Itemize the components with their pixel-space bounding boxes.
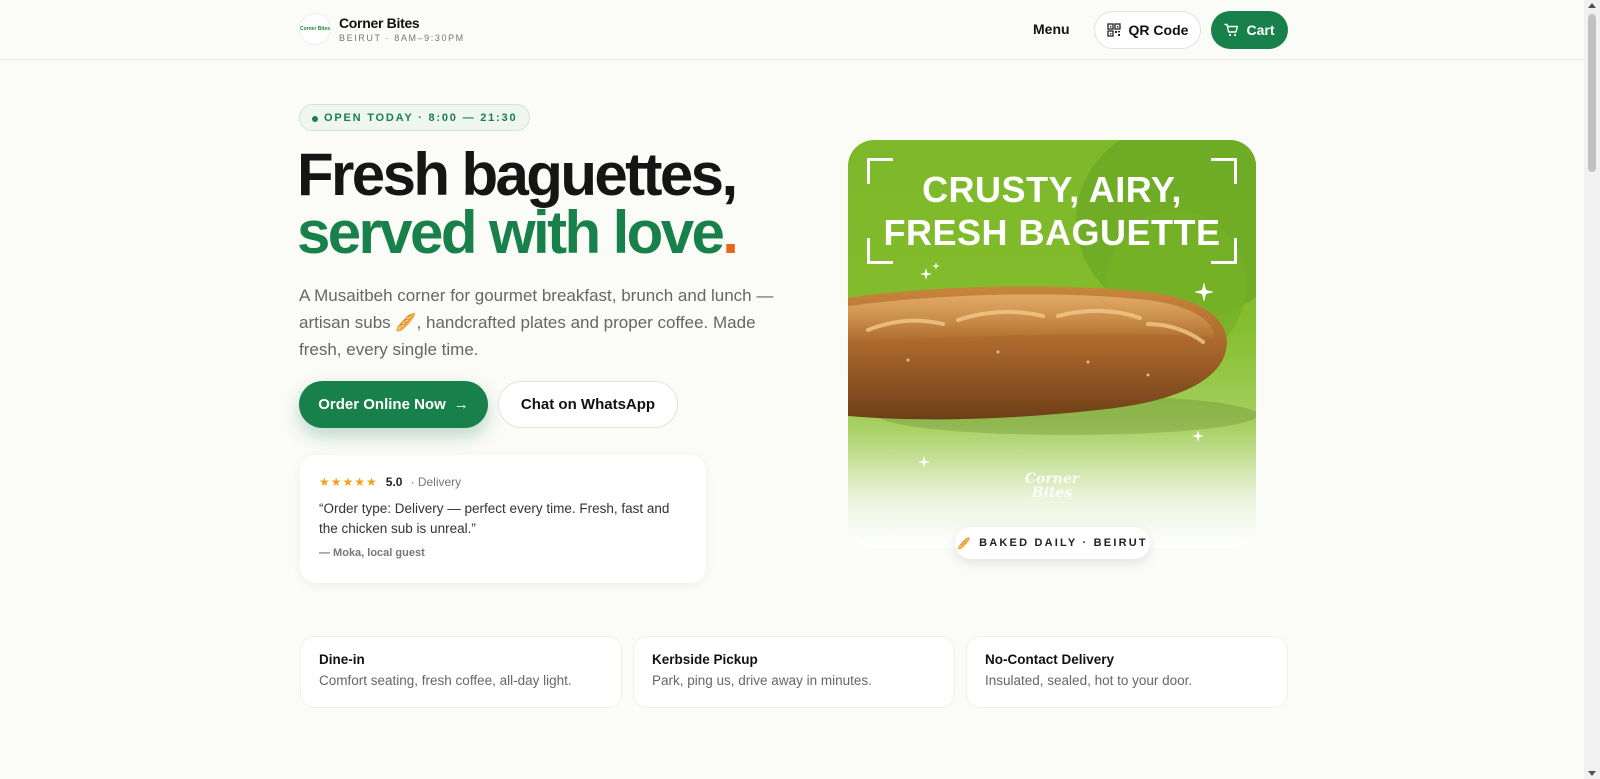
order-online-button[interactable]: Order Online Now → [299,381,488,428]
qr-code-icon [1106,23,1121,37]
service-card-kerbside-pickup: Kerbside Pickup Park, ping us, drive awa… [633,636,955,708]
promo-headline-line1: CRUSTY, AIRY, [922,169,1182,210]
review-header: ★★★★★ 5.0 · Delivery [319,475,687,489]
baked-daily-badge: 🥖 BAKED DAILY · BEIRUT [955,527,1150,559]
baked-daily-label: BAKED DAILY · BEIRUT [979,537,1148,549]
service-title: Kerbside Pickup [652,652,758,667]
service-description: Comfort seating, fresh coffee, all-day l… [319,673,572,688]
review-quote: “Order type: Delivery — perfect every ti… [319,501,670,536]
service-card-dine-in: Dine-in Comfort seating, fresh coffee, a… [300,636,622,708]
promo-watermark-line2: Bites [1031,485,1073,501]
cart-button[interactable]: Cart [1211,11,1288,49]
service-title: Dine-in [319,652,365,667]
qr-code-button[interactable]: QR Code [1094,11,1201,49]
scroll-up-icon[interactable] [1588,3,1596,8]
baguette-icon: 🥖 [957,537,974,550]
sparkle-icon [920,268,932,280]
service-description: Insulated, sealed, hot to your door. [985,673,1193,688]
hero-title-dot: . [722,199,739,266]
hero-title: Fresh baguettes, served with love. [297,141,739,263]
qr-code-label: QR Code [1128,22,1189,38]
scrollbar-thumb[interactable] [1588,14,1596,172]
baguette-illustration [848,286,1256,435]
hero-description: A Musaitbeh corner for gourmet breakfast… [299,286,774,359]
open-status-badge: OPEN TODAY · 8:00 — 21:30 [299,104,531,131]
promo-watermark-line1: Corner [1024,471,1080,487]
sparkle-icon [932,262,940,270]
brand-name: Corner Bites [339,15,420,31]
sparkle-icon [1194,282,1214,302]
review-order-type: · Delivery [410,475,462,489]
order-online-label: Order Online Now [318,396,446,413]
arrow-right-icon: → [453,396,469,413]
sparkle-icon [918,456,930,468]
review-card: ★★★★★ 5.0 · Delivery “Order type: Delive… [300,455,706,583]
hero-title-line2-wrap: served with love. [297,203,739,263]
whatsapp-label: Chat on WhatsApp [520,396,656,413]
service-title: No-Contact Delivery [985,652,1115,667]
promo-watermark-logo: Corner Bites [848,472,1256,500]
promo-headline: CRUSTY, AIRY, FRESH BAGUETTE [848,168,1256,254]
brand-text: Corner Bites BEIRUT · 8AM–9:30PM [339,15,465,43]
service-card-no-contact-delivery: No-Contact Delivery Insulated, sealed, h… [966,636,1288,708]
review-author: — Moka, local guest [319,547,425,559]
promo-headline-line2: FRESH BAGUETTE [883,212,1221,253]
cart-label: Cart [1246,22,1275,38]
star-rating-icon: ★★★★★ [319,475,378,489]
hero-title-line2: served with love [297,199,725,266]
hero-title-line1: Fresh baguettes, [297,141,738,208]
whatsapp-button[interactable]: Chat on WhatsApp [498,381,678,428]
brand[interactable]: Corner Bites Corner Bites BEIRUT · 8AM–9… [299,13,465,45]
review-rating: 5.0 [385,475,403,489]
brand-logo: Corner Bites [299,13,331,45]
open-status-text: OPEN TODAY · 8:00 — 21:30 [324,111,518,124]
cart-icon [1224,23,1239,37]
page-scrollbar[interactable] [1584,0,1600,779]
promo-image: CRUSTY, AIRY, FRESH BAGUETTE Corner Bite… [848,140,1256,548]
scroll-down-icon[interactable] [1588,771,1596,776]
site-header: Corner Bites Corner Bites BEIRUT · 8AM–9… [0,0,1584,60]
brand-location-hours: BEIRUT · 8AM–9:30PM [339,33,465,43]
nav-menu-link[interactable]: Menu [1033,21,1070,37]
status-dot-icon [312,116,318,122]
sparkle-icon [1192,430,1204,442]
service-description: Park, ping us, drive away in minutes. [652,673,872,688]
